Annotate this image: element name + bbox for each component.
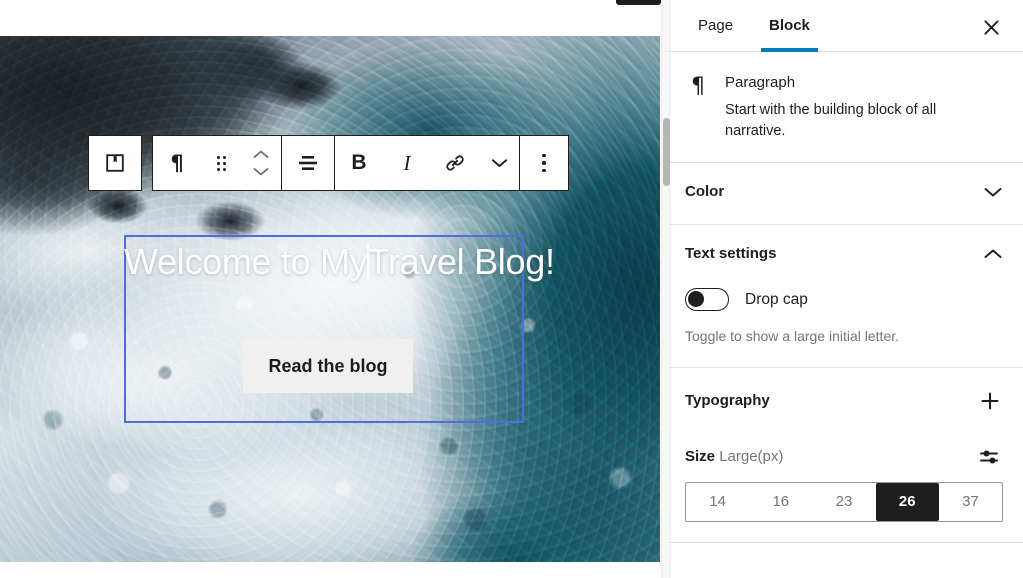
chevron-down-icon: [253, 167, 269, 176]
color-panel-header[interactable]: Color: [685, 179, 1003, 204]
block-info-section: ¶ Paragraph Start with the building bloc…: [665, 52, 1023, 163]
font-size-picker: 14 16 23 26 37: [685, 482, 1003, 522]
bold-label: B: [351, 151, 366, 175]
close-icon[interactable]: [977, 13, 1005, 41]
settings-sidebar: Page Block ¶ Paragraph Start with the bu…: [664, 0, 1023, 578]
drop-cap-label: Drop cap: [745, 291, 808, 309]
font-size-option-14[interactable]: 14: [686, 483, 749, 521]
block-card: ¶ Paragraph Start with the building bloc…: [685, 68, 1003, 142]
cover-background-image: [0, 36, 660, 562]
drop-cap-toggle-knob: [688, 291, 704, 307]
link-icon[interactable]: [431, 136, 479, 190]
typography-panel-title: Typography: [685, 392, 770, 409]
font-size-value-label: Large(px): [719, 448, 783, 465]
font-size-row: Size Large(px): [685, 444, 1003, 470]
chevron-up-icon: [253, 150, 269, 159]
plus-icon[interactable]: [977, 388, 1003, 414]
move-block-updown-buttons[interactable]: [241, 136, 281, 190]
block-card-title: Paragraph: [725, 74, 985, 91]
block-card-description: Start with the building block of all nar…: [725, 100, 985, 142]
chevron-up-icon: [983, 248, 1003, 260]
tab-block[interactable]: Block: [751, 0, 828, 52]
toolbar-group-formatting: B I: [334, 135, 520, 191]
cover-block[interactable]: Welcome to MyTravel Blog! Read the blog: [0, 36, 660, 562]
sliders-icon[interactable]: [977, 444, 1003, 470]
font-size-option-23[interactable]: 23: [812, 483, 875, 521]
drop-cap-help-text: Toggle to show a large initial letter.: [685, 327, 1003, 347]
text-settings-panel: Text settings Drop cap Toggle to show a …: [665, 225, 1023, 368]
paragraph-glyph: ¶: [170, 151, 183, 175]
block-toolbar: ¶: [88, 135, 569, 191]
more-rich-text-chevron-down-icon[interactable]: [479, 136, 519, 190]
typography-panel: Typography Size Large(px): [665, 368, 1023, 543]
text-settings-panel-header[interactable]: Text settings: [685, 241, 1003, 266]
font-size-option-16[interactable]: 16: [749, 483, 812, 521]
toolbar-group-block-type: [88, 135, 142, 191]
typography-panel-header[interactable]: Typography: [685, 384, 1003, 418]
font-size-option-26[interactable]: 26: [876, 483, 939, 521]
cover-heading-text-after-caret: Travel Blog!: [368, 241, 555, 282]
tab-page-label: Page: [698, 17, 733, 34]
paragraph-pilcrow-icon: ¶: [685, 74, 711, 99]
editor-canvas: Welcome to MyTravel Blog! Read the blog …: [0, 0, 664, 578]
toolbar-group-alignment: [281, 135, 335, 191]
publish-button-partial[interactable]: [616, 0, 661, 5]
italic-button[interactable]: I: [383, 136, 431, 190]
toolbar-group-options: [519, 135, 569, 191]
cover-heading-text-before-caret: Welcome to My: [124, 241, 368, 282]
font-size-label: Size Large(px): [685, 448, 783, 465]
tab-page[interactable]: Page: [680, 0, 751, 52]
cover-heading[interactable]: Welcome to MyTravel Blog!: [124, 241, 524, 283]
align-text-center-icon[interactable]: [282, 136, 334, 190]
text-settings-panel-title: Text settings: [685, 245, 776, 262]
sidebar-scrollbar-thumb[interactable]: [663, 118, 670, 186]
font-size-option-37[interactable]: 37: [939, 483, 1002, 521]
drop-cap-row: Drop cap: [685, 288, 1003, 311]
editor-window: Welcome to MyTravel Blog! Read the blog …: [0, 0, 1023, 578]
read-the-blog-button-label: Read the blog: [268, 356, 387, 377]
read-the-blog-button[interactable]: Read the blog: [243, 339, 413, 393]
more-options-vertical-icon[interactable]: [520, 136, 568, 190]
drag-handle-icon[interactable]: [201, 136, 241, 190]
color-panel-title: Color: [685, 183, 724, 200]
sidebar-tabs: Page Block: [665, 0, 1023, 52]
color-panel: Color: [665, 163, 1023, 225]
paragraph-pilcrow-icon[interactable]: ¶: [153, 136, 201, 190]
cover-block-icon[interactable]: [89, 136, 141, 190]
toolbar-group-block-controls: ¶: [152, 135, 282, 191]
font-size-label-text: Size: [685, 448, 715, 465]
drop-cap-toggle[interactable]: [685, 288, 729, 311]
italic-label: I: [404, 151, 411, 176]
tab-block-label: Block: [769, 17, 810, 34]
bold-button[interactable]: B: [335, 136, 383, 190]
sidebar-scrollbar[interactable]: [661, 0, 670, 578]
chevron-down-icon: [983, 186, 1003, 198]
